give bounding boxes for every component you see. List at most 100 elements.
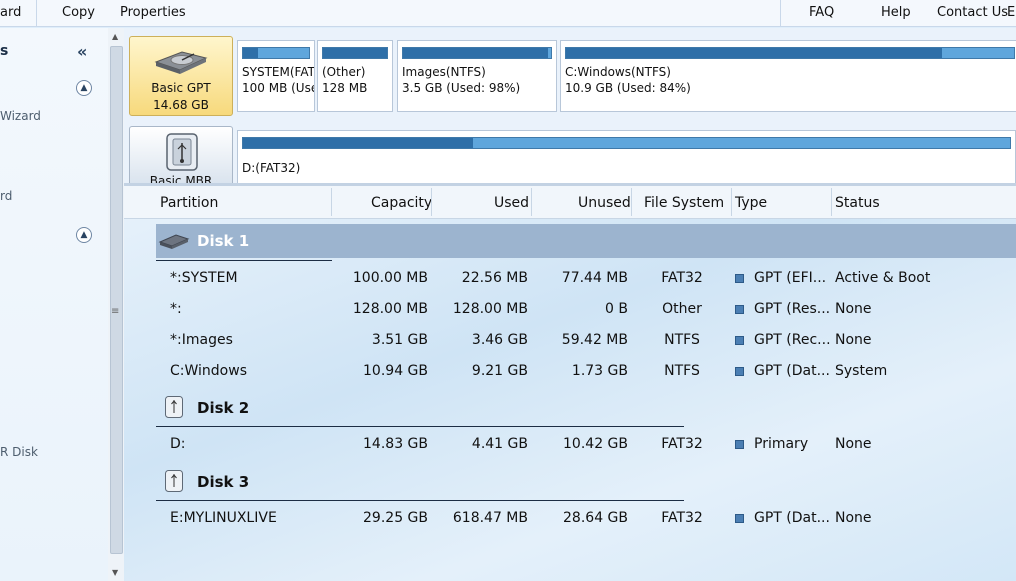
partition-info: 3.5 GB (Used: 98%) xyxy=(402,81,521,95)
cell-file-system: FAT32 xyxy=(661,510,703,526)
cell-partition: E:MYLINUXLIVE xyxy=(170,510,277,526)
cell-type: GPT (Rec... xyxy=(754,332,831,348)
usb-drive-icon xyxy=(166,133,198,171)
disk1-type: Basic GPT xyxy=(151,81,211,95)
cell-unused: 1.73 GB xyxy=(571,363,628,379)
cell-unused: 59.42 MB xyxy=(561,332,628,348)
cell-used: 128.00 MB xyxy=(452,301,528,317)
cell-type: GPT (Dat... xyxy=(754,363,830,379)
table-header: Partition Capacity Used Unused File Syst… xyxy=(124,186,1016,219)
partition-name: Images(NTFS) xyxy=(402,65,486,79)
cell-status: System xyxy=(835,363,888,379)
sidebar-item-r-disk[interactable]: R Disk xyxy=(0,445,38,459)
cell-file-system: Other xyxy=(662,301,702,317)
disk2-heading[interactable]: Disk 2 xyxy=(197,399,249,417)
cell-capacity: 29.25 GB xyxy=(363,510,428,526)
cell-partition: *:Images xyxy=(170,332,233,348)
cell-used: 9.21 GB xyxy=(471,363,528,379)
cell-file-system: NTFS xyxy=(664,363,700,379)
partition-block-other[interactable]: (Other) 128 MB xyxy=(317,40,393,112)
cell-used: 618.47 MB xyxy=(452,510,528,526)
partition-name: SYSTEM(FAT xyxy=(242,65,315,79)
cell-unused: 10.42 GB xyxy=(563,436,628,452)
cell-capacity: 100.00 MB xyxy=(352,270,428,286)
cell-capacity: 128.00 MB xyxy=(352,301,428,317)
cell-used: 22.56 MB xyxy=(461,270,528,286)
menu-separator xyxy=(780,0,781,27)
cell-type: GPT (EFI... xyxy=(754,270,827,286)
menu-contact-us[interactable]: Contact Us xyxy=(937,5,1008,20)
partition-type-icon xyxy=(735,305,744,314)
menu-help[interactable]: Help xyxy=(881,5,911,20)
partition-name: C:Windows(NTFS) xyxy=(565,65,671,79)
column-header-capacity[interactable]: Capacity xyxy=(371,195,432,211)
menu-bar: ard Copy Properties FAQ Help Contact Us … xyxy=(0,0,1016,27)
disk-icon xyxy=(158,234,190,249)
cell-status: None xyxy=(835,332,872,348)
vertical-scrollbar[interactable]: ▲ ≡ ▼ xyxy=(108,28,125,581)
usb-disk-icon xyxy=(165,396,183,418)
partition-block-windows[interactable]: C:Windows(NTFS) 10.9 GB (Used: 84%) xyxy=(560,40,1016,112)
cell-status: None xyxy=(835,436,872,452)
disk1-heading: Disk 1 xyxy=(197,232,250,250)
menu-separator xyxy=(36,0,37,27)
scrollbar-thumb[interactable] xyxy=(110,46,123,554)
partition-type-icon xyxy=(735,274,744,283)
disk1-row[interactable] xyxy=(156,224,1016,258)
disk2-card[interactable]: Basic MBR xyxy=(129,126,233,188)
menu-more[interactable]: E xyxy=(1007,5,1015,20)
column-header-used[interactable]: Used xyxy=(494,195,529,211)
cell-file-system: FAT32 xyxy=(661,270,703,286)
partition-type-icon xyxy=(735,367,744,376)
column-header-type[interactable]: Type xyxy=(735,195,767,211)
collapse-section-icon[interactable]: ▲ xyxy=(76,227,92,243)
menu-wizard[interactable]: ard xyxy=(0,5,21,20)
partition-name: (Other) xyxy=(322,65,366,79)
cell-capacity: 10.94 GB xyxy=(363,363,428,379)
cell-partition: C:Windows xyxy=(170,363,247,379)
cell-type: GPT (Res... xyxy=(754,301,831,317)
scroll-down-icon[interactable]: ▼ xyxy=(112,568,118,577)
sidebar-item-rd[interactable]: rd xyxy=(0,189,12,203)
usb-disk-icon xyxy=(165,470,183,492)
partition-block-images[interactable]: Images(NTFS) 3.5 GB (Used: 98%) xyxy=(397,40,557,112)
partition-block-d[interactable]: D:(FAT32) xyxy=(237,130,1016,190)
column-header-unused[interactable]: Unused xyxy=(578,195,631,211)
partition-info: 10.9 GB (Used: 84%) xyxy=(565,81,691,95)
disk1-size: 14.68 GB xyxy=(153,98,209,112)
cell-capacity: 14.83 GB xyxy=(363,436,428,452)
partition-usage-bar xyxy=(242,47,310,59)
partition-info: 128 MB xyxy=(322,81,368,95)
menu-faq[interactable]: FAQ xyxy=(809,5,834,20)
scroll-up-icon[interactable]: ▲ xyxy=(112,32,118,41)
cell-file-system: FAT32 xyxy=(661,436,703,452)
cell-status: None xyxy=(835,510,872,526)
column-header-file-system[interactable]: File System xyxy=(644,195,724,211)
sidebar-item-wizard[interactable]: Wizard xyxy=(0,109,41,123)
disk-map: Basic GPT 14.68 GB SYSTEM(FAT 100 MB (Us… xyxy=(124,28,1016,190)
cell-unused: 28.64 GB xyxy=(563,510,628,526)
cell-status: None xyxy=(835,301,872,317)
column-header-status[interactable]: Status xyxy=(835,195,880,211)
collapse-section-icon[interactable]: ▲ xyxy=(76,80,92,96)
hard-disk-icon xyxy=(154,51,208,74)
collapse-sidebar-icon[interactable]: « xyxy=(77,42,87,61)
disk3-heading[interactable]: Disk 3 xyxy=(197,473,249,491)
cell-partition: *:SYSTEM xyxy=(170,270,238,286)
partition-usage-bar xyxy=(565,47,1015,59)
cell-type: Primary xyxy=(754,436,809,452)
partition-type-icon xyxy=(735,336,744,345)
menu-copy[interactable]: Copy xyxy=(62,5,95,20)
cell-capacity: 3.51 GB xyxy=(371,332,428,348)
partition-usage-bar xyxy=(402,47,552,59)
cell-unused: 77.44 MB xyxy=(561,270,628,286)
grip-icon: ≡ xyxy=(111,306,120,317)
cell-file-system: NTFS xyxy=(664,332,700,348)
disk1-card[interactable]: Basic GPT 14.68 GB xyxy=(129,36,233,116)
partition-usage-bar xyxy=(242,137,1011,149)
column-header-partition[interactable]: Partition xyxy=(160,195,218,211)
partition-block-system[interactable]: SYSTEM(FAT 100 MB (Use xyxy=(237,40,315,112)
partition-usage-bar xyxy=(322,47,388,59)
partition-info: 100 MB (Use xyxy=(242,81,315,95)
menu-properties[interactable]: Properties xyxy=(120,5,186,20)
